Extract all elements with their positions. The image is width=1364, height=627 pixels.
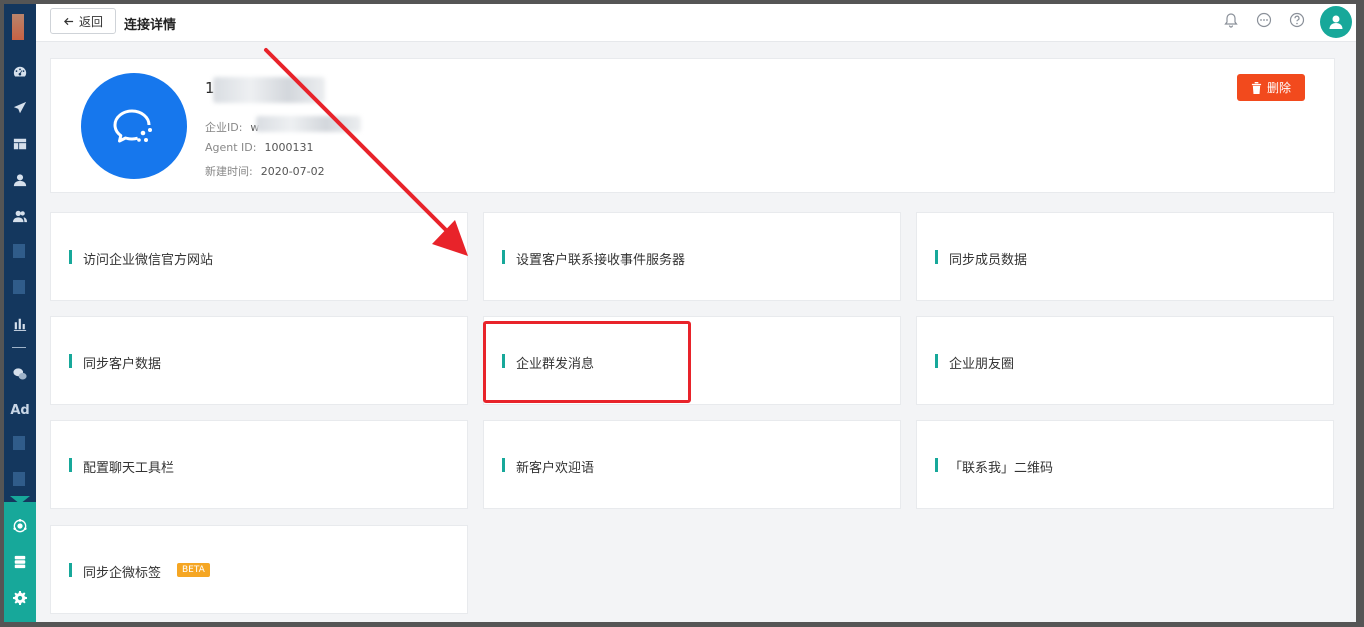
agent-id-value: 1000131 [264,141,314,154]
created-time-row: 新建时间: 2020-07-02 [205,163,325,179]
dashboard-icon[interactable] [4,62,36,82]
blurred-menu-item[interactable] [13,244,25,258]
wecom-logo-icon [81,73,187,179]
redacted-corp-id [256,116,361,132]
created-time-value: 2020-07-02 [260,165,325,178]
card-accent-bar [69,354,72,368]
corp-id-label: 企业ID: [205,121,243,134]
agent-id-row: Agent ID: 1000131 [205,141,313,154]
card-sync-tags[interactable]: 同步企微标签 BETA [50,525,468,614]
wechat-icon[interactable] [4,364,36,384]
blurred-menu-item[interactable] [13,436,25,450]
card-label: 同步企微标签 [83,566,162,581]
card-mass-message[interactable]: 企业群发消息 [483,316,901,405]
card-label: 企业朋友圈 [949,357,1015,372]
app-frame: Ad 返回 连接详情 1 企业ID: w Agent ID: 1000131 新… [4,4,1356,622]
redacted-name [213,77,325,103]
users-icon[interactable] [4,206,36,226]
agent-id-label: Agent ID: [205,141,257,154]
delete-button-label: 删除 [1266,81,1291,95]
bell-icon[interactable] [1223,12,1239,28]
blurred-menu-item[interactable] [13,280,25,294]
created-time-label: 新建时间: [205,165,253,178]
trash-icon [1251,81,1262,94]
delete-button[interactable]: 删除 [1237,74,1305,101]
help-icon[interactable] [1289,12,1305,28]
card-label: 访问企业微信官方网站 [83,253,214,268]
back-button-label: 返回 [78,14,103,29]
avatar[interactable] [1320,6,1352,38]
user-avatar-icon [1329,15,1343,29]
card-accent-bar [935,458,938,472]
card-welcome-message[interactable]: 新客户欢迎语 [483,420,901,509]
card-sync-customers[interactable]: 同步客户数据 [50,316,468,405]
card-label: 设置客户联系接收事件服务器 [516,253,686,268]
user-icon[interactable] [4,170,36,190]
arrow-left-icon [63,17,74,25]
card-accent-bar [69,563,72,577]
card-sync-members[interactable]: 同步成员数据 [916,212,1334,301]
chat-icon[interactable] [1256,12,1272,28]
card-accent-bar [935,250,938,264]
sidebar-divider [12,347,26,348]
send-icon[interactable] [4,98,36,118]
card-label: 企业群发消息 [516,357,595,372]
sidebar: Ad [4,4,36,622]
card-accent-bar [502,458,505,472]
connection-profile-card: 1 企业ID: w Agent ID: 1000131 新建时间: 2020-07-0… [50,58,1335,193]
page-title: 连接详情 [124,18,177,33]
gear-icon[interactable] [4,588,36,608]
card-label: 新客户欢迎语 [516,461,595,476]
beta-badge: BETA [177,563,210,577]
card-label: 同步客户数据 [83,357,162,372]
corp-id-row: 企业ID: w [205,119,259,135]
card-accent-bar [69,250,72,264]
top-header: 返回 连接详情 [36,4,1356,42]
ad-icon[interactable]: Ad [4,400,36,420]
card-accent-bar [502,354,505,368]
card-moments[interactable]: 企业朋友圈 [916,316,1334,405]
card-label: 「联系我」二维码 [949,461,1054,476]
card-accent-bar [69,458,72,472]
card-chat-toolbar[interactable]: 配置聊天工具栏 [50,420,468,509]
card-accent-bar [502,250,505,264]
server-icon[interactable] [4,552,36,572]
blurred-menu-item[interactable] [13,472,25,486]
connect-hub-icon[interactable] [4,516,36,536]
back-button[interactable]: 返回 [50,8,116,34]
card-visit-wecom-site[interactable]: 访问企业微信官方网站 [50,212,468,301]
card-contact-qrcode[interactable]: 「联系我」二维码 [916,420,1334,509]
sidebar-bottom-section [4,502,36,622]
card-accent-bar [935,354,938,368]
card-label: 同步成员数据 [949,253,1028,268]
layout-icon[interactable] [4,134,36,154]
card-label: 配置聊天工具栏 [83,461,175,476]
bar-chart-icon[interactable] [4,314,36,334]
card-event-server[interactable]: 设置客户联系接收事件服务器 [483,212,901,301]
app-logo [12,14,24,40]
